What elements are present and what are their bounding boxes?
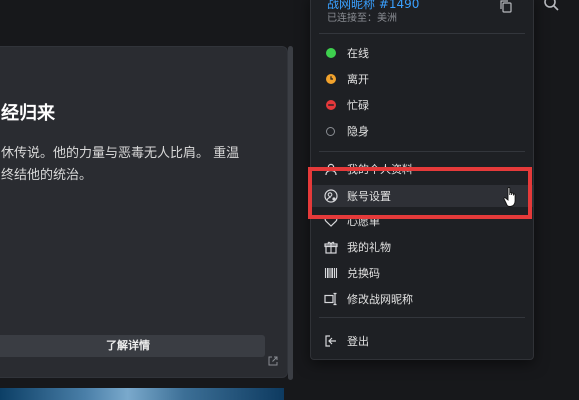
copy-icon[interactable] (499, 0, 513, 13)
search-icon[interactable] (540, 0, 562, 14)
menu-item-gifts[interactable]: 我的礼物 (311, 236, 533, 258)
card-description: 休传说。他的力量与恶毒无人比肩。 重温 终结他的统治。 (1, 143, 265, 187)
menu-item-label: 兑换码 (347, 267, 380, 280)
status-label: 在线 (347, 47, 369, 60)
away-status-icon (326, 74, 336, 84)
status-invisible[interactable]: 隐身 (311, 120, 533, 142)
status-online[interactable]: 在线 (311, 42, 533, 64)
menu-item-label: 登出 (347, 335, 369, 348)
menu-item-account-settings[interactable]: 账号设置 (311, 185, 533, 207)
status-label: 离开 (347, 73, 369, 86)
card-title: 经归来 (1, 103, 55, 124)
account-dropdown-menu: 战网昵称 #1490 已连接至：美洲 在线 离开 忙碌 隐身 我的个人资料 账号… (310, 0, 534, 360)
app-window: 经归来 休传说。他的力量与恶毒无人比肩。 重温 终结他的统治。 了解详情 战网昵… (0, 0, 579, 400)
heart-icon (324, 215, 338, 227)
menu-item-wishlist[interactable]: 心愿单 (311, 210, 533, 232)
banner-image (0, 388, 284, 400)
account-settings-icon (324, 189, 338, 203)
status-label: 忙碌 (347, 99, 369, 112)
menu-item-label: 账号设置 (347, 190, 391, 203)
learn-more-button[interactable]: 了解详情 (0, 335, 265, 357)
external-link-icon[interactable] (268, 356, 278, 366)
online-status-icon (326, 48, 336, 58)
card-description-line: 终结他的统治。 (1, 168, 93, 183)
menu-item-change-battletag[interactable]: 修改战网昵称 (311, 288, 533, 310)
menu-item-redeem-code[interactable]: 兑换码 (311, 262, 533, 284)
status-busy[interactable]: 忙碌 (311, 94, 533, 116)
connection-status: 已连接至：美洲 (327, 13, 397, 24)
menu-item-label: 心愿单 (347, 215, 380, 228)
hand-cursor-icon (503, 187, 516, 207)
scrollbar[interactable] (288, 46, 293, 380)
status-away[interactable]: 离开 (311, 68, 533, 90)
menu-item-label: 我的个人资料 (347, 163, 413, 176)
status-label: 隐身 (347, 125, 369, 138)
menu-item-profile[interactable]: 我的个人资料 (311, 158, 533, 180)
menu-divider (319, 151, 525, 152)
menu-divider (319, 33, 525, 34)
menu-item-label: 修改战网昵称 (347, 293, 413, 306)
menu-divider (319, 317, 525, 318)
busy-status-icon (326, 100, 336, 110)
barcode-icon (324, 268, 338, 278)
featured-card: 经归来 休传说。他的力量与恶毒无人比肩。 重温 终结他的统治。 了解详情 (0, 46, 288, 378)
invisible-status-icon (326, 126, 335, 136)
card-description-line: 休传说。他的力量与恶毒无人比肩。 重温 (1, 146, 240, 161)
profile-icon (325, 163, 337, 176)
menu-item-logout[interactable]: 登出 (311, 330, 533, 352)
menu-item-label: 我的礼物 (347, 241, 391, 254)
gift-icon (324, 241, 338, 254)
rename-icon (324, 292, 337, 306)
logout-icon (325, 335, 336, 347)
